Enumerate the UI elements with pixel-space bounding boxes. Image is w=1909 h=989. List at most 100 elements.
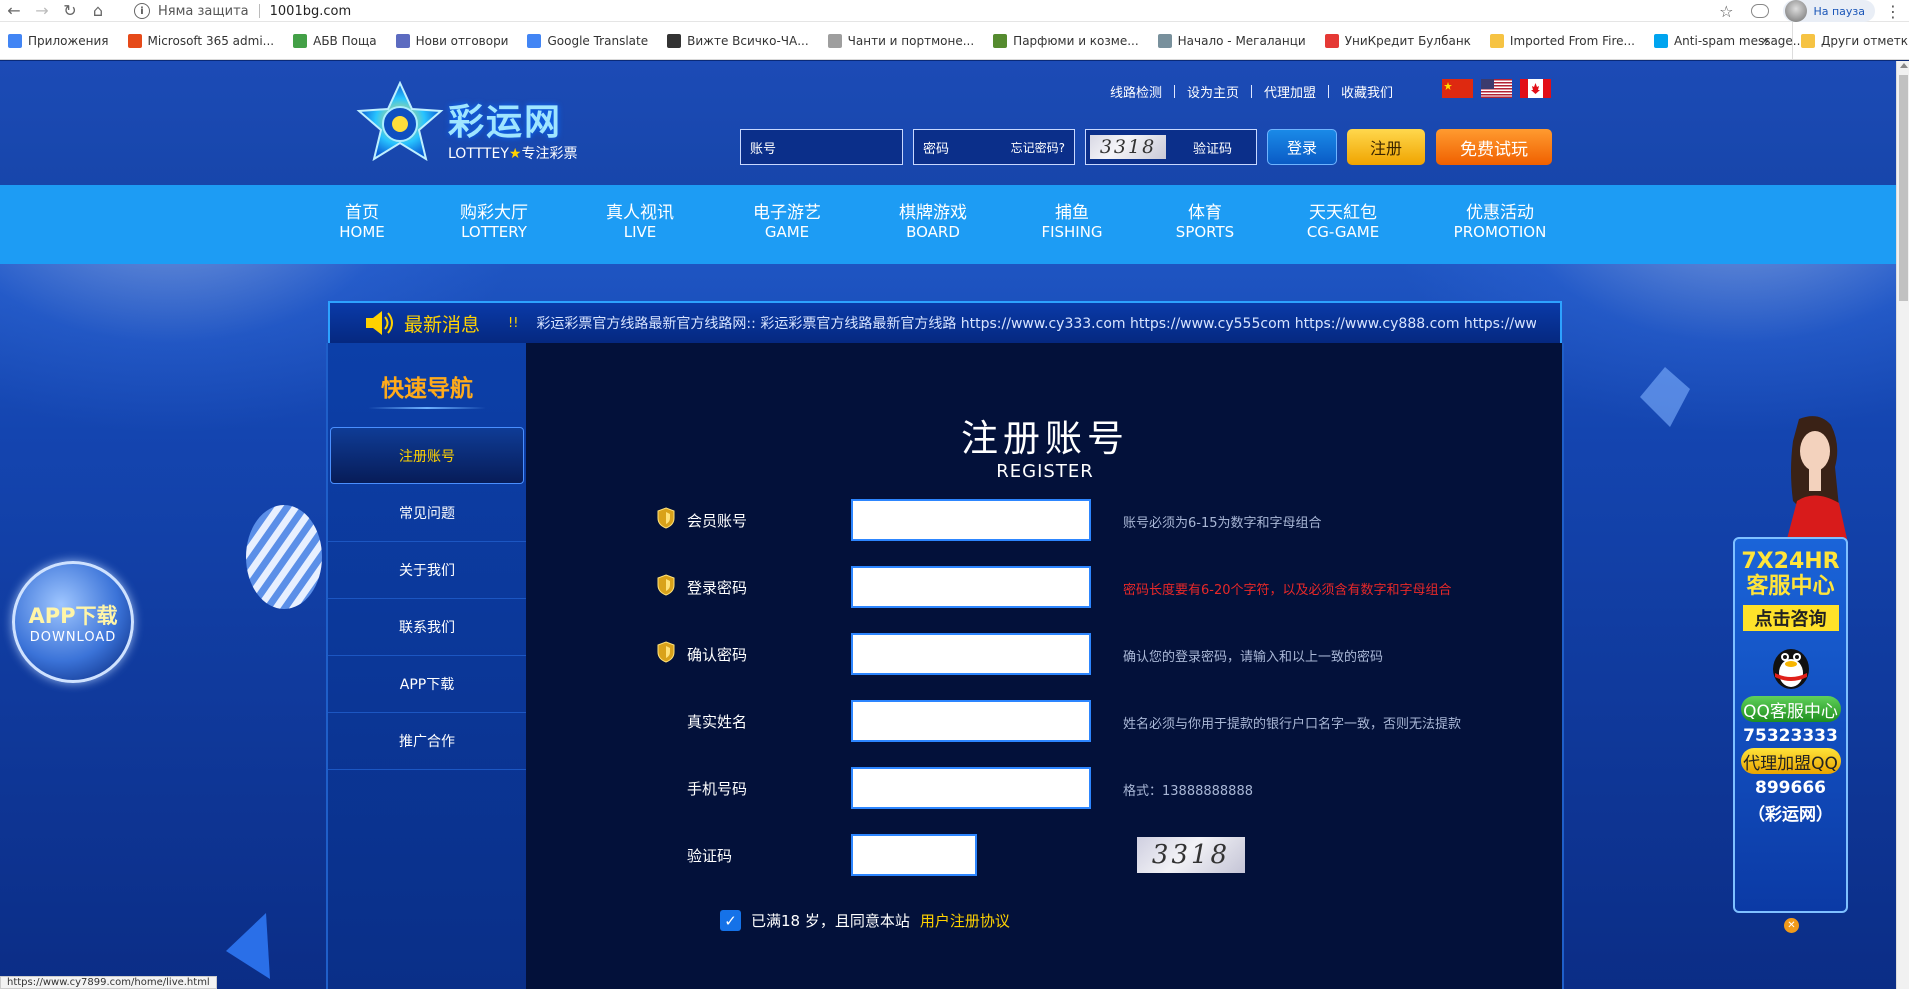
forgot-password-link[interactable]: 忘记密码? [1011, 139, 1065, 156]
consult-button[interactable]: 点击咨询 [1742, 605, 1839, 631]
bookmark-item[interactable]: Google Translate [519, 33, 659, 48]
crystal-decoration [1640, 367, 1690, 427]
news-ticker: 最新消息 !! 彩运彩票官方线路最新官方线路网:: 彩运彩票官方线路最新官方线路… [328, 301, 1562, 343]
other-bookmarks[interactable]: Други отметки [1792, 22, 1909, 60]
menu-lottery[interactable]: 购彩大厅 LOTTERY [450, 204, 538, 242]
bookmark-item[interactable]: Чанти и портмоне... [820, 33, 986, 48]
menu-en: PROMOTION [1453, 223, 1547, 241]
bookmark-item[interactable]: Microsoft 365 admi... [120, 33, 286, 48]
qq-service-button[interactable]: QQ客服中心 [1740, 696, 1841, 722]
bookmark-favicon-icon [127, 33, 142, 48]
reload-icon[interactable]: ↻ [56, 0, 84, 22]
page-scrollbar[interactable] [1896, 61, 1909, 989]
site-header: 彩运网 LOTTTEY★专注彩票 线路检测 设为主页 代理加盟 收藏我们 账号 [0, 61, 1896, 185]
username-input[interactable]: 账号 [740, 129, 903, 165]
canada-flag-icon[interactable] [1520, 79, 1551, 98]
hint-member-account: 账号必须为6-15为数字和字母组合 [1123, 516, 1322, 531]
back-icon[interactable]: ← [0, 0, 28, 22]
bookmark-label: Imported From Fire... [1509, 33, 1635, 48]
china-flag-icon[interactable] [1442, 79, 1473, 98]
info-icon[interactable]: i [134, 3, 150, 19]
login-button[interactable]: 登录 [1267, 129, 1337, 165]
shield-icon [657, 641, 675, 663]
bookmark-item[interactable]: Нови отговори [388, 33, 520, 48]
member-account-input[interactable] [851, 499, 1091, 541]
password-input[interactable]: 密码 忘记密码? [913, 129, 1075, 165]
captcha-input[interactable]: 3318 验证码 [1085, 129, 1257, 165]
url-text[interactable]: 1001bg.com [270, 4, 352, 19]
confirm-password-input[interactable] [851, 633, 1091, 675]
customer-service-panel: 7X24HR 客服中心 点击咨询 QQ客服中心 75323333 代理加盟QQ … [1733, 537, 1848, 933]
bookmark-item[interactable]: Приложения [0, 33, 120, 48]
qq-service-number: 75323333 [1743, 726, 1838, 746]
top-link-line-check[interactable]: 线路检测 [1098, 82, 1174, 101]
profile-button[interactable]: На пауза [1783, 0, 1875, 22]
menu-en: GAME [764, 223, 810, 241]
bookmark-item[interactable]: Anti-spam message... [1646, 33, 1815, 48]
omnibox[interactable]: i Няма защита 1001bg.com [134, 1, 1714, 21]
top-link-agent[interactable]: 代理加盟 [1252, 82, 1328, 101]
bookmark-label: Чанти и портмоне... [847, 33, 975, 48]
username-placeholder: 账号 [750, 141, 777, 157]
menu-home[interactable]: 首页 HOME [334, 204, 390, 242]
bookmark-favicon-icon [1489, 33, 1504, 48]
bookmark-item[interactable]: Imported From Fire... [1482, 33, 1646, 48]
bookmark-item[interactable]: АБВ Поща [285, 33, 388, 48]
sidebar-item-about[interactable]: 关于我们 [328, 542, 526, 599]
login-password-input[interactable] [851, 566, 1091, 608]
menu-fishing[interactable]: 捕鱼 FISHING [1036, 204, 1108, 242]
register-button[interactable]: 注册 [1347, 129, 1425, 165]
menu-live[interactable]: 真人视讯 LIVE [596, 204, 684, 242]
other-bookmarks-label: Други отметки [1821, 34, 1909, 48]
menu-game[interactable]: 电子游艺 GAME [743, 204, 831, 242]
sidebar-item-app-download[interactable]: APP下载 [328, 656, 526, 713]
menu-board[interactable]: 棋牌游戏 BOARD [889, 204, 977, 242]
phone-input[interactable] [851, 767, 1091, 809]
scrollbar-thumb[interactable] [1899, 75, 1908, 301]
toolbar-right: ☆ На пауза ⋮ [1719, 0, 1909, 22]
menu-kebab-icon[interactable]: ⋮ [1885, 2, 1901, 21]
sidebar-item-contact[interactable]: 联系我们 [328, 599, 526, 656]
sidebar-item-faq[interactable]: 常见问题 [328, 485, 526, 542]
age-agree-checkbox[interactable]: ✓ [720, 910, 741, 931]
usa-flag-icon[interactable] [1481, 79, 1512, 98]
scroll-up-icon[interactable] [1900, 63, 1908, 68]
bookmark-favicon-icon [1157, 33, 1172, 48]
menu-zh: 电子游艺 [753, 203, 821, 223]
menu-zh: 首页 [345, 203, 379, 223]
quick-nav-sidebar: 快速导航 注册账号 常见问题 关于我们 联系我们 APP下载 推广合作 [328, 343, 526, 989]
bookmark-star-icon[interactable]: ☆ [1719, 2, 1733, 21]
close-icon[interactable]: ✕ [1784, 918, 1799, 933]
menu-cg-game[interactable]: 天天紅包 CG-GAME [1298, 204, 1388, 242]
bookmarks-overflow-icon[interactable]: » [1761, 22, 1770, 60]
agent-qq-button[interactable]: 代理加盟QQ [1740, 748, 1841, 774]
service-footer: （彩运网） [1748, 805, 1833, 825]
sidebar-title: 快速导航 [381, 376, 473, 402]
home-icon[interactable]: ⌂ [84, 0, 112, 22]
hint-real-name: 姓名必须与你用于提款的银行户口名字一致，否则无法提款 [1123, 717, 1462, 732]
captcha-image[interactable]: 3318 [1137, 837, 1245, 873]
bookmark-label: Парфюми и козме... [1013, 33, 1139, 48]
menu-sports[interactable]: 体育 SPORTS [1170, 204, 1240, 242]
app-download-badge[interactable]: APP下载 DOWNLOAD [12, 561, 134, 683]
bookmark-item[interactable]: Начало - Мегаланци [1150, 33, 1317, 48]
menu-promotion[interactable]: 优惠活动 PROMOTION [1450, 204, 1550, 242]
captcha-image[interactable]: 3318 [1090, 135, 1166, 159]
bookmark-item[interactable]: УниКредит Булбанк [1317, 33, 1482, 48]
top-link-favorite[interactable]: 收藏我们 [1329, 82, 1405, 101]
bookmark-item[interactable]: Парфюми и козме... [985, 33, 1149, 48]
bookmark-item[interactable]: Вижте Всичко-ЧА... [659, 33, 820, 48]
real-name-input[interactable] [851, 700, 1091, 742]
free-trial-button[interactable]: 免费试玩 [1436, 129, 1552, 165]
news-text[interactable]: 彩运彩票官方线路最新官方线路网:: 彩运彩票官方线路最新官方线路 https:/… [536, 313, 1536, 333]
bookmark-favicon-icon [395, 33, 410, 48]
captcha-field-input[interactable] [851, 834, 977, 876]
forward-icon[interactable]: → [28, 0, 56, 22]
sidebar-item-register[interactable]: 注册账号 [330, 427, 524, 484]
user-agreement-link[interactable]: 用户注册协议 [920, 910, 1010, 931]
sidebar-item-partnership[interactable]: 推广合作 [328, 713, 526, 770]
label-login-password: 登录密码 [687, 579, 748, 597]
avatar [1785, 0, 1808, 22]
extension-icon[interactable] [1751, 4, 1770, 18]
top-link-set-home[interactable]: 设为主页 [1175, 82, 1251, 101]
